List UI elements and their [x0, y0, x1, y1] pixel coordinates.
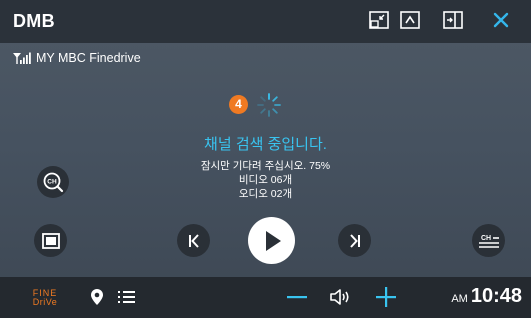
station-name: MY MBC Finedrive [36, 51, 141, 65]
plus-icon [376, 287, 396, 307]
search-progress-text: 잠시만 기다려 주십시오. 75% [200, 160, 331, 172]
ch-text: CH [47, 179, 57, 186]
search-count-badge: 4 [229, 95, 248, 114]
finedrive-logo[interactable]: FINE DriVe [30, 283, 60, 313]
ch-list-text: CH [480, 235, 490, 242]
previous-channel-button[interactable] [177, 224, 210, 257]
close-icon[interactable] [490, 10, 512, 30]
previous-channel-icon [188, 233, 199, 248]
channel-search-icon: CH [43, 172, 64, 193]
channel-list-button[interactable]: CH [472, 224, 505, 257]
next-channel-icon [349, 233, 360, 248]
video-channel-count: 비디오 06개 [238, 174, 293, 186]
speaker-icon [330, 289, 349, 305]
play-button[interactable] [248, 217, 295, 264]
volume-up-button[interactable] [375, 286, 397, 308]
signal-bars-icon [13, 52, 31, 64]
clock-time: 10:48 [470, 285, 522, 307]
next-channel-button[interactable] [338, 224, 371, 257]
logo-line-2: DriVe [32, 297, 58, 307]
menu-icon [118, 291, 135, 303]
title-bar: DMB [0, 0, 531, 43]
split-screen-icon[interactable] [442, 10, 464, 30]
play-icon [265, 230, 281, 251]
screen-mode-icon [41, 232, 60, 249]
search-status-title: 채널 검색 중입니다. [204, 136, 327, 153]
app-title: DMB [13, 11, 55, 31]
station-row: MY MBC Finedrive [13, 50, 141, 66]
dmb-screen: DMB MY MBC Finedrive 4 채널 검색 중입니다. 잠시만 기… [0, 0, 531, 318]
location-pin-icon [91, 289, 103, 305]
collapse-up-icon[interactable] [399, 10, 421, 30]
clock-ampm: AM [451, 293, 468, 305]
audio-channel-count: 오디오 02개 [238, 188, 293, 200]
channel-search-button[interactable]: CH [37, 166, 69, 198]
minimize-window-icon[interactable] [368, 10, 390, 30]
volume-button[interactable] [327, 286, 353, 308]
volume-down-button[interactable] [286, 288, 308, 306]
clock: AM 10:48 [451, 285, 522, 308]
minus-icon [287, 296, 307, 299]
menu-button[interactable] [117, 288, 137, 306]
channel-list-icon: CH [478, 235, 499, 248]
loading-spinner-icon [257, 93, 281, 117]
screen-mode-button[interactable] [34, 224, 67, 257]
navigation-pin-button[interactable] [89, 287, 105, 307]
